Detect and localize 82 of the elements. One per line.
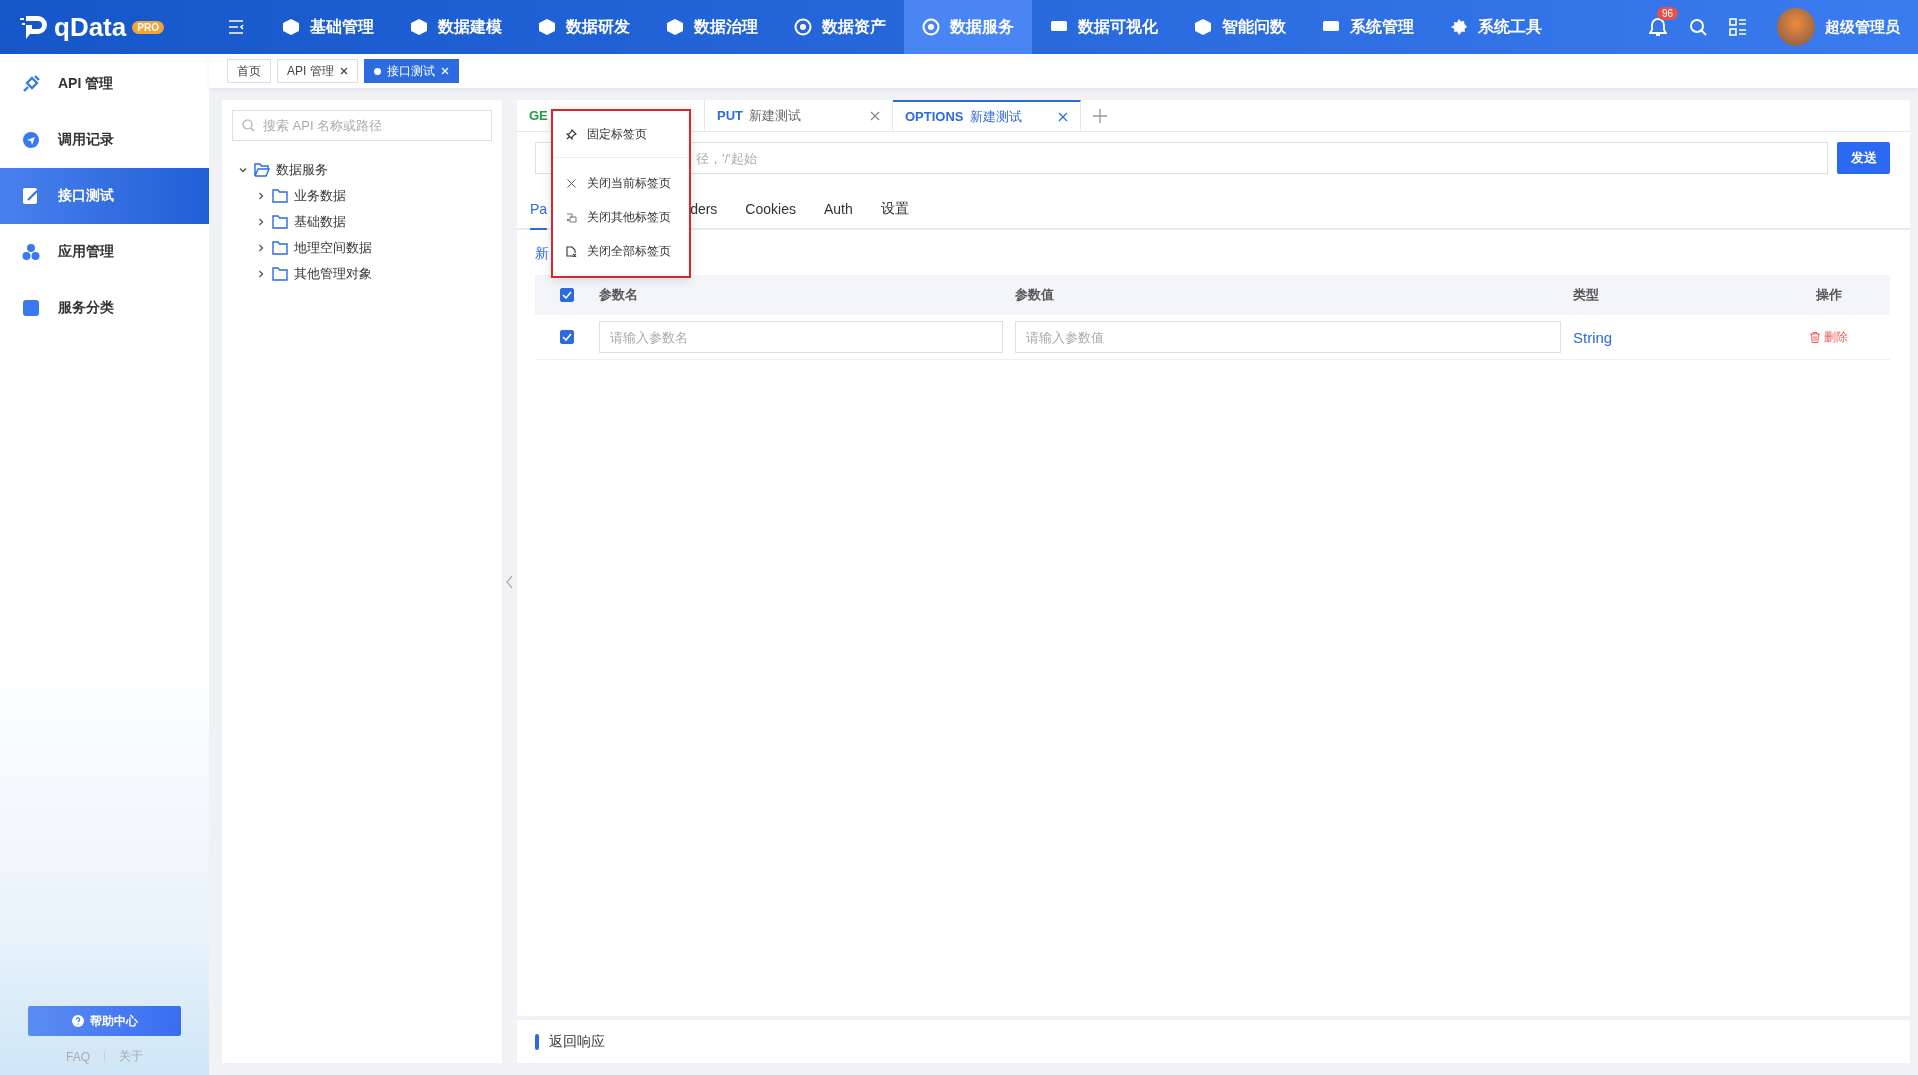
checkbox[interactable] xyxy=(560,330,574,344)
nav-item[interactable]: 数据服务 xyxy=(904,0,1032,54)
folder-icon xyxy=(272,189,288,203)
cube-icon xyxy=(282,18,300,36)
tree-node[interactable]: 基础数据 xyxy=(232,209,492,235)
search-icon xyxy=(242,119,255,132)
tree-node[interactable]: 数据服务 xyxy=(232,157,492,183)
param-value-field[interactable]: 请输入参数值 xyxy=(1015,321,1561,353)
chevron-right-icon[interactable] xyxy=(256,269,266,279)
column-header: 参数名 xyxy=(599,286,638,304)
status-dot xyxy=(373,67,381,75)
close-icon[interactable] xyxy=(339,67,348,75)
nav-item[interactable]: 基础管理 xyxy=(264,0,392,54)
trash-icon xyxy=(1810,331,1820,343)
logo-text: qData xyxy=(54,11,127,43)
square-icon xyxy=(22,299,40,317)
search-icon[interactable] xyxy=(1689,18,1707,36)
request-tab[interactable]: PUT 新建测试 xyxy=(705,100,893,131)
chevron-right-icon[interactable] xyxy=(256,191,266,201)
checkbox[interactable] xyxy=(560,288,574,302)
nav-item[interactable]: 系统管理 xyxy=(1304,0,1432,54)
page-tab[interactable]: API 管理 xyxy=(277,59,358,83)
nav-item[interactable]: 数据资产 xyxy=(776,0,904,54)
page-tab[interactable]: 首页 xyxy=(227,59,271,83)
circles-icon xyxy=(22,243,40,261)
menu-item[interactable]: 关闭其他标签页 xyxy=(553,200,689,234)
logo-icon xyxy=(20,14,50,40)
logo[interactable]: qData PRO xyxy=(0,11,200,43)
grid-icon[interactable] xyxy=(1729,18,1747,36)
nav-item[interactable]: 数据治理 xyxy=(648,0,776,54)
nav-item[interactable]: 数据研发 xyxy=(520,0,648,54)
column-header: 类型 xyxy=(1573,286,1599,304)
sidebar-item[interactable]: 服务分类 xyxy=(0,280,209,336)
folder-icon xyxy=(254,163,270,177)
folder-icon xyxy=(272,215,288,229)
nav-item[interactable]: 系统工具 xyxy=(1432,0,1560,54)
sidebar-item[interactable]: 应用管理 xyxy=(0,224,209,280)
question-icon xyxy=(71,1015,84,1027)
chevron-down-icon[interactable] xyxy=(238,165,248,175)
sidebar-item[interactable]: API 管理 xyxy=(0,56,209,112)
gear-icon xyxy=(1450,18,1468,36)
chevron-right-icon[interactable] xyxy=(256,217,266,227)
close-icon xyxy=(566,177,577,189)
delete-link[interactable]: 删除 xyxy=(1810,328,1848,346)
tree-node[interactable]: 其他管理对象 xyxy=(232,261,492,287)
param-tab[interactable]: Pa xyxy=(530,196,548,230)
page-tab[interactable]: 接口测试 xyxy=(363,59,459,83)
response-title: 返回响应 xyxy=(549,1032,605,1051)
tree-node[interactable]: 地理空间数据 xyxy=(232,235,492,261)
edit-icon xyxy=(22,187,40,205)
user-name[interactable]: 超级管理员 xyxy=(1825,17,1900,37)
param-name-field[interactable]: 请输入参数名 xyxy=(599,321,1003,353)
menu-item[interactable]: 关闭全部标签页 xyxy=(553,234,689,268)
column-header: 参数值 xyxy=(1015,286,1054,304)
param-tab[interactable]: Auth xyxy=(823,196,853,230)
add-link[interactable]: 新 xyxy=(535,245,549,261)
close-icon[interactable] xyxy=(1058,111,1068,122)
request-tab[interactable]: OPTIONS 新建测试 xyxy=(893,100,1081,131)
chevron-right-icon[interactable] xyxy=(256,243,266,253)
send-icon xyxy=(22,131,40,149)
sidebar-item[interactable]: 接口测试 xyxy=(0,168,209,224)
param-tab[interactable]: 设置 xyxy=(880,196,909,230)
param-tab[interactable]: ders xyxy=(690,196,718,230)
folder-icon xyxy=(272,241,288,255)
pin-icon xyxy=(566,128,577,140)
param-tab[interactable]: Cookies xyxy=(745,196,796,230)
pro-badge: PRO xyxy=(132,20,164,34)
type-link[interactable]: String xyxy=(1573,328,1613,346)
help-center-button[interactable]: 帮助中心 xyxy=(28,1006,181,1036)
nav-item[interactable]: 数据可视化 xyxy=(1032,0,1176,54)
nav-item[interactable]: 数据建模 xyxy=(392,0,520,54)
nav-item[interactable]: 智能问数 xyxy=(1176,0,1304,54)
folder-icon xyxy=(272,267,288,281)
bell-icon[interactable] xyxy=(1649,17,1667,37)
tree-node[interactable]: 业务数据 xyxy=(232,183,492,209)
menu-icon[interactable] xyxy=(228,20,244,34)
search-field[interactable]: 搜索 API 名称或路径 xyxy=(232,110,492,141)
send-button[interactable]: 发送 xyxy=(1837,142,1890,174)
file-close-icon xyxy=(566,245,577,257)
column-header: 操作 xyxy=(1816,286,1842,304)
notification-badge: 96 xyxy=(1657,7,1679,20)
sidebar-item[interactable]: 调用记录 xyxy=(0,112,209,168)
